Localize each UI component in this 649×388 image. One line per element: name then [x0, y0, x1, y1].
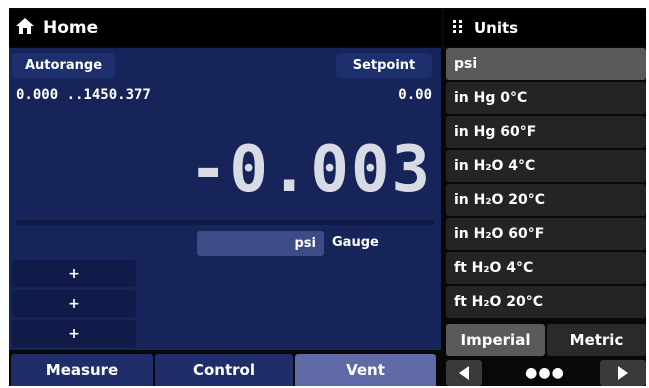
- unit-item-psi[interactable]: psi: [446, 48, 646, 80]
- progress-bar: [16, 220, 434, 225]
- autorange-button[interactable]: Autorange: [12, 53, 115, 78]
- unit-item-inh2o-4c[interactable]: in H₂O 4°C: [446, 150, 646, 182]
- triangle-right-icon: [618, 366, 628, 380]
- page-title: Home: [43, 18, 99, 38]
- segment-metric[interactable]: Metric: [547, 324, 646, 356]
- tab-control[interactable]: Control: [155, 354, 293, 386]
- triangle-left-icon: [459, 366, 469, 380]
- prev-page-button[interactable]: [446, 360, 482, 386]
- unit-item-inhg-0c[interactable]: in Hg 0°C: [446, 82, 646, 114]
- unit-item-inhg-60f[interactable]: in Hg 60°F: [446, 116, 646, 148]
- home-header: Home: [9, 10, 441, 46]
- plus-button-2[interactable]: +: [12, 290, 136, 317]
- units-title: Units: [474, 19, 519, 37]
- plus-button-3[interactable]: +: [12, 320, 136, 347]
- next-page-button[interactable]: [600, 360, 646, 386]
- setpoint-button[interactable]: Setpoint: [336, 53, 432, 78]
- tab-vent[interactable]: Vent: [295, 354, 436, 386]
- units-header: Units: [444, 10, 646, 46]
- mode-label: Gauge: [332, 235, 379, 250]
- unit-item-fth2o-20c[interactable]: ft H₂O 20°C: [446, 286, 646, 318]
- setpoint-value: 0.00: [398, 87, 432, 103]
- pressure-reading: -0.003: [188, 133, 432, 207]
- unit-pill[interactable]: psi: [197, 231, 324, 256]
- unit-item-fth2o-4c[interactable]: ft H₂O 4°C: [446, 252, 646, 284]
- plus-button-1[interactable]: +: [12, 260, 136, 287]
- page-indicator: ●●●: [525, 365, 565, 381]
- unit-item-inh2o-60f[interactable]: in H₂O 60°F: [446, 218, 646, 250]
- unit-item-inh2o-20c[interactable]: in H₂O 20°C: [446, 184, 646, 216]
- home-icon[interactable]: [15, 17, 35, 40]
- range-readout: 0.000 ..1450.377: [16, 87, 151, 103]
- tab-measure[interactable]: Measure: [11, 354, 153, 386]
- segment-imperial[interactable]: Imperial: [446, 324, 545, 356]
- grid-menu-icon[interactable]: [452, 19, 464, 37]
